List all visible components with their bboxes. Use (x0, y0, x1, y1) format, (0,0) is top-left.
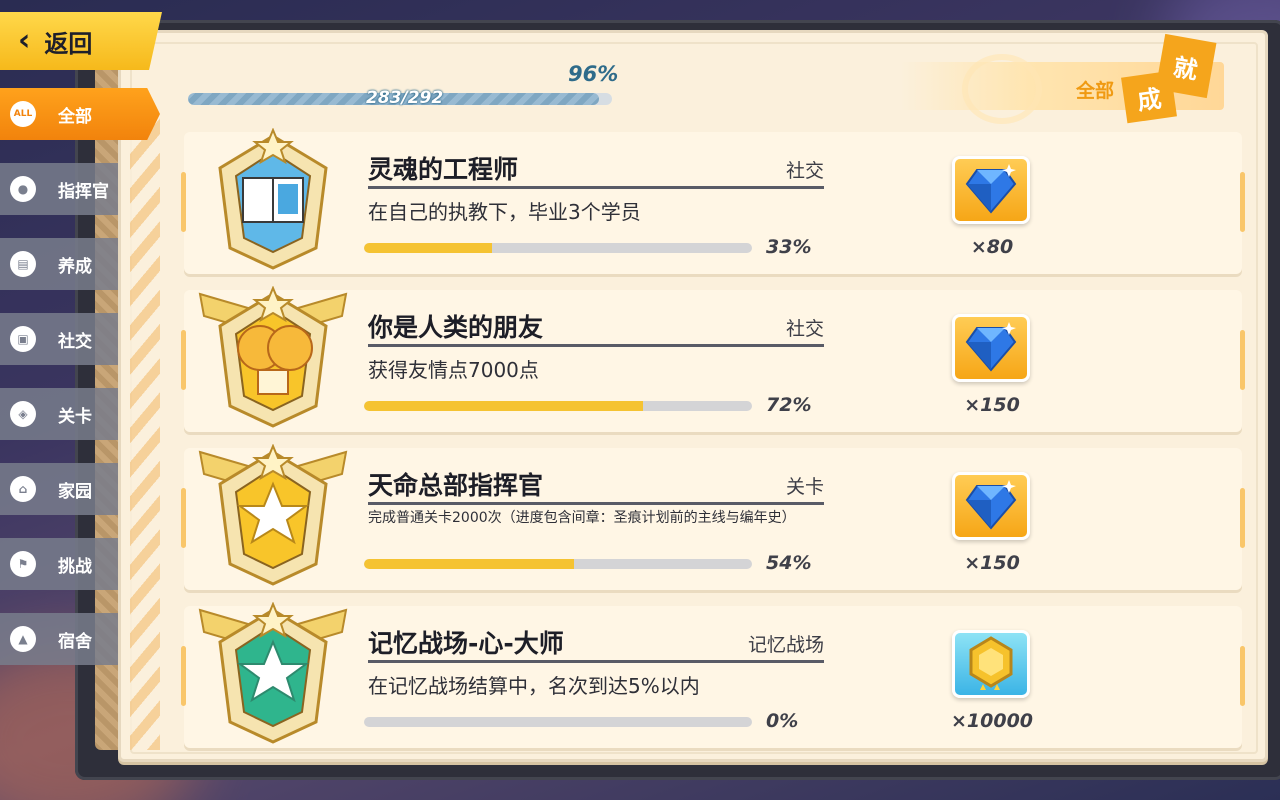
achievement-progress-fill (364, 243, 493, 253)
room-icon: ▲ (10, 626, 36, 652)
achievement-description: 在记忆战场结算中，名次到达5%以内 (368, 674, 700, 698)
achievement-title: 天命总部指挥官 (368, 471, 544, 500)
achievement-progress-label: 33% (766, 236, 812, 258)
green-star-medal-icon (198, 601, 348, 750)
back-button[interactable]: ‹ 返回 (0, 12, 162, 70)
achievement-title: 灵魂的工程师 (368, 155, 519, 184)
achievement-title: 你是人类的朋友 (368, 313, 544, 342)
sidebar-item-5[interactable]: ⌂ 家园 (0, 463, 118, 515)
achievement-progress-bar (364, 717, 752, 727)
achievement-category: 社交 (785, 318, 824, 340)
achievement-card[interactable]: 你是人类的朋友 社交获得友情点7000点 72% ×150 (181, 285, 1245, 432)
achievement-progress-label: 54% (766, 552, 812, 574)
sidebar-item-label: 指挥官 (58, 181, 109, 202)
achievement-description: 完成普通关卡2000次（进度包含间章：圣痕计划前的主线与编年史） (368, 510, 796, 526)
achievement-stamp-jiu: 就 (1155, 33, 1217, 99)
achievement-progress-bar (364, 401, 752, 411)
achievement-progress-label: 0% (766, 710, 799, 732)
achievement-card[interactable]: 记忆战场-心-大师 记忆战场在记忆战场结算中，名次到达5%以内 0% ×10000 (181, 601, 1245, 748)
achievement-progress-bar (364, 559, 752, 569)
achievement-description: 在自己的执教下，毕业3个学员 (368, 200, 641, 224)
laurel-icon (962, 54, 1042, 124)
card-icon: ▤ (10, 251, 36, 277)
overall-count: 283/292 (366, 88, 444, 108)
reward-item[interactable] (952, 472, 1030, 540)
id-card-icon: ▣ (10, 326, 36, 352)
sidebar-item-2[interactable]: ▤ 养成 (0, 238, 118, 290)
sidebar-item-3[interactable]: ▣ 社交 (0, 313, 118, 365)
achievement-description: 获得友情点7000点 (368, 358, 539, 382)
reward-quantity: ×150 (964, 552, 1020, 574)
decorative-stripes (130, 110, 160, 750)
home-icon: ⌂ (10, 476, 36, 502)
overall-percent: 96% (568, 62, 619, 86)
parachute-medal-icon (198, 285, 348, 434)
filter-label: 全部 (1076, 80, 1115, 102)
target-icon: ◈ (10, 401, 36, 427)
sidebar-item-4[interactable]: ◈ 关卡 (0, 388, 118, 440)
achievement-progress-fill (364, 559, 574, 569)
reward-quantity: ×10000 (950, 710, 1034, 732)
sidebar-item-label: 全部 (58, 106, 92, 127)
sidebar-item-1[interactable]: ● 指挥官 (0, 163, 118, 215)
sidebar-item-label: 社交 (58, 331, 92, 352)
flag-icon: ⚑ (10, 551, 36, 577)
reward-item[interactable] (952, 630, 1030, 698)
sidebar-item-label: 关卡 (58, 406, 92, 427)
gold-coin-icon (963, 634, 1019, 694)
back-label: 返回 (44, 29, 93, 58)
sidebar-item-label: 养成 (58, 256, 92, 277)
reward-item[interactable] (952, 314, 1030, 382)
reward-quantity: ×150 (964, 394, 1020, 416)
sidebar-item-label: 家园 (58, 481, 92, 502)
achievement-title: 记忆战场-心-大师 (368, 629, 564, 658)
blue-crystal-icon (963, 318, 1019, 378)
achievement-card[interactable]: 灵魂的工程师 社交在自己的执教下，毕业3个学员 33% ×80 (181, 127, 1245, 274)
sidebar-item-label: 挑战 (58, 556, 92, 577)
sidebar-item-0[interactable]: ALL 全部 (0, 88, 160, 140)
star-shield-medal-icon (198, 443, 348, 592)
achievement-category: 记忆战场 (747, 634, 824, 656)
achievement-progress-label: 72% (766, 394, 812, 416)
sidebar-item-label: 宿舍 (58, 631, 92, 652)
achievement-progress-fill (364, 401, 644, 411)
achievement-progress-bar (364, 243, 752, 253)
reward-item[interactable] (952, 156, 1030, 224)
book-medal-icon (198, 127, 348, 276)
all-icon: ALL (10, 101, 36, 127)
blue-crystal-icon (963, 160, 1019, 220)
achievement-category: 关卡 (785, 476, 824, 498)
chevron-left-icon: ‹ (18, 23, 31, 58)
sidebar-item-6[interactable]: ⚑ 挑战 (0, 538, 118, 590)
user-icon: ● (10, 176, 36, 202)
reward-quantity: ×80 (970, 236, 1014, 258)
blue-crystal-icon (963, 476, 1019, 536)
sidebar-item-7[interactable]: ▲ 宿舍 (0, 613, 118, 665)
achievement-category: 社交 (785, 160, 824, 182)
achievement-card[interactable]: 天命总部指挥官 关卡完成普通关卡2000次（进度包含间章：圣痕计划前的主线与编年史… (181, 443, 1245, 590)
